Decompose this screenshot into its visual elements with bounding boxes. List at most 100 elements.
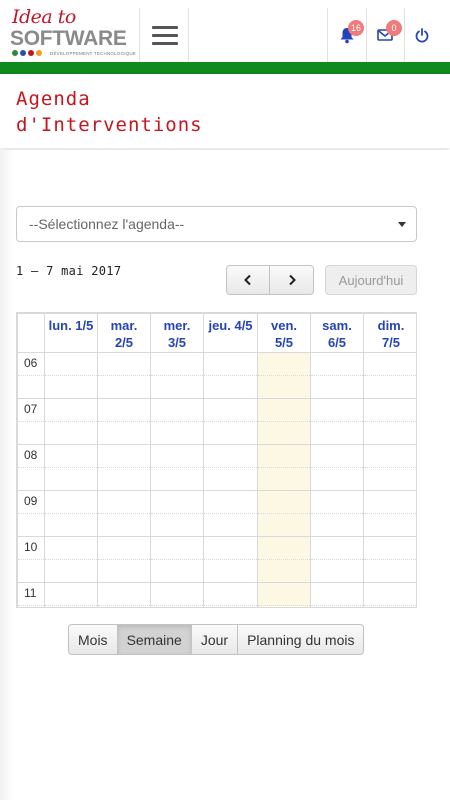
time-slot-cell[interactable]: [257, 352, 311, 376]
time-slot-cell[interactable]: [44, 398, 98, 422]
time-slot-cell[interactable]: [257, 375, 311, 399]
time-slot-cell[interactable]: [97, 467, 151, 491]
time-slot-cell[interactable]: [203, 582, 258, 606]
agenda-select[interactable]: --Sélectionnez l'agenda--: [16, 206, 417, 242]
time-slot-cell[interactable]: [310, 467, 364, 491]
time-slot-cell[interactable]: [363, 490, 416, 514]
time-slot-cell[interactable]: [310, 513, 364, 537]
day-header-fri[interactable]: ven. 5/5: [257, 313, 311, 353]
time-slot-cell[interactable]: [203, 352, 258, 376]
time-slot-cell[interactable]: [203, 559, 258, 583]
time-slot-cell[interactable]: [97, 513, 151, 537]
time-slot-cell[interactable]: [150, 490, 204, 514]
time-slot-cell[interactable]: [44, 421, 98, 445]
time-slot-cell[interactable]: [257, 513, 311, 537]
time-slot-cell[interactable]: [363, 352, 416, 376]
time-slot-cell[interactable]: [363, 559, 416, 583]
notifications-button[interactable]: 16: [328, 8, 366, 62]
time-slot-cell[interactable]: [203, 513, 258, 537]
time-slot-cell[interactable]: [97, 398, 151, 422]
today-button[interactable]: Aujourd'hui: [325, 265, 417, 295]
time-slot-cell[interactable]: [150, 559, 204, 583]
time-slot-cell[interactable]: [257, 559, 311, 583]
time-slot-cell[interactable]: [257, 421, 311, 445]
time-slot-cell[interactable]: [203, 398, 258, 422]
view-planning-button[interactable]: Planning du mois: [237, 624, 365, 655]
time-slot-cell[interactable]: [310, 605, 364, 607]
previous-week-button[interactable]: [226, 265, 270, 295]
time-slot-cell[interactable]: [363, 421, 416, 445]
time-slot-cell[interactable]: [150, 421, 204, 445]
time-slot-cell[interactable]: [150, 375, 204, 399]
time-slot-cell[interactable]: [97, 559, 151, 583]
next-week-button[interactable]: [270, 265, 314, 295]
hamburger-menu-button[interactable]: [141, 8, 188, 62]
time-slot-cell[interactable]: [363, 536, 416, 560]
time-slot-cell[interactable]: [203, 421, 258, 445]
time-slot-cell[interactable]: [150, 398, 204, 422]
time-slot-cell[interactable]: [310, 398, 364, 422]
time-slot-cell[interactable]: [97, 352, 151, 376]
time-slot-cell[interactable]: [44, 536, 98, 560]
time-slot-cell[interactable]: [97, 605, 151, 607]
time-slot-cell[interactable]: [310, 375, 364, 399]
time-slot-cell[interactable]: [44, 582, 98, 606]
time-slot-cell[interactable]: [44, 444, 98, 468]
day-header-sun[interactable]: dim. 7/5: [363, 313, 416, 353]
time-slot-cell[interactable]: [310, 444, 364, 468]
time-slot-cell[interactable]: [257, 467, 311, 491]
day-header-sat[interactable]: sam. 6/5: [310, 313, 364, 353]
time-slot-cell[interactable]: [97, 375, 151, 399]
time-slot-cell[interactable]: [257, 582, 311, 606]
time-slot-cell[interactable]: [97, 421, 151, 445]
messages-button[interactable]: 0: [366, 8, 404, 62]
time-slot-cell[interactable]: [44, 559, 98, 583]
time-slot-cell[interactable]: [310, 559, 364, 583]
time-slot-cell[interactable]: [310, 352, 364, 376]
day-header-tue[interactable]: mar. 2/5: [97, 313, 151, 353]
time-slot-cell[interactable]: [203, 467, 258, 491]
time-slot-cell[interactable]: [150, 536, 204, 560]
day-header-wed[interactable]: mer. 3/5: [150, 313, 204, 353]
view-day-button[interactable]: Jour: [190, 624, 239, 655]
time-slot-cell[interactable]: [44, 467, 98, 491]
time-slot-cell[interactable]: [203, 444, 258, 468]
time-slot-cell[interactable]: [257, 444, 311, 468]
time-slot-cell[interactable]: [257, 398, 311, 422]
time-slot-cell[interactable]: [97, 536, 151, 560]
time-slot-cell[interactable]: [150, 582, 204, 606]
logo[interactable]: Idea to SOFTWARE DÉVELOPPEMENT TECHNOLOG…: [6, 6, 136, 58]
time-slot-cell[interactable]: [97, 582, 151, 606]
time-slot-cell[interactable]: [97, 490, 151, 514]
time-slot-cell[interactable]: [257, 536, 311, 560]
time-slot-cell[interactable]: [363, 605, 416, 607]
time-slot-cell[interactable]: [257, 605, 311, 607]
time-slot-cell[interactable]: [150, 444, 204, 468]
time-slot-cell[interactable]: [44, 513, 98, 537]
time-slot-cell[interactable]: [150, 352, 204, 376]
time-slot-cell[interactable]: [97, 444, 151, 468]
time-slot-cell[interactable]: [44, 375, 98, 399]
time-slot-cell[interactable]: [363, 375, 416, 399]
time-slot-cell[interactable]: [363, 513, 416, 537]
day-header-mon[interactable]: lun. 1/5: [44, 313, 98, 353]
time-slot-cell[interactable]: [363, 467, 416, 491]
time-slot-cell[interactable]: [44, 352, 98, 376]
time-slot-cell[interactable]: [44, 490, 98, 514]
time-slot-cell[interactable]: [257, 490, 311, 514]
time-slot-cell[interactable]: [363, 444, 416, 468]
logout-button[interactable]: [404, 8, 440, 62]
time-slot-cell[interactable]: [363, 582, 416, 606]
day-header-thu[interactable]: jeu. 4/5: [203, 313, 258, 353]
time-slot-cell[interactable]: [363, 398, 416, 422]
time-slot-cell[interactable]: [310, 421, 364, 445]
time-slot-cell[interactable]: [150, 605, 204, 607]
view-month-button[interactable]: Mois: [68, 624, 118, 655]
time-slot-cell[interactable]: [203, 375, 258, 399]
time-slot-cell[interactable]: [310, 490, 364, 514]
time-slot-cell[interactable]: [203, 605, 258, 607]
time-slot-cell[interactable]: [310, 536, 364, 560]
time-slot-cell[interactable]: [150, 513, 204, 537]
time-slot-cell[interactable]: [310, 582, 364, 606]
time-slot-cell[interactable]: [203, 490, 258, 514]
